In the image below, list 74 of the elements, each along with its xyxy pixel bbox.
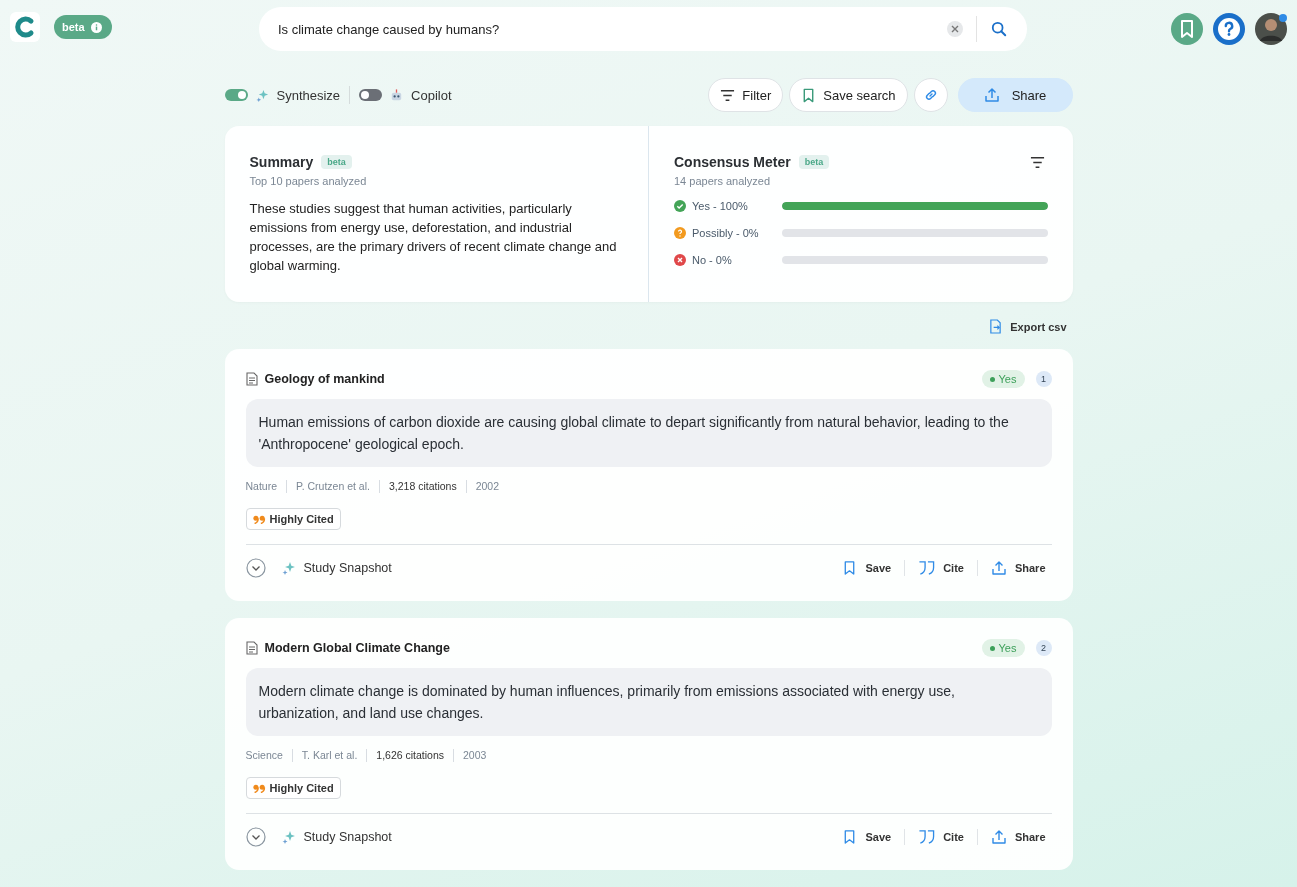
verdict-badge: Yes [981,370,1025,388]
search-icon[interactable] [991,21,1007,37]
citation-count: 1,626 citations [376,749,445,761]
save-search-button[interactable]: Save search [789,78,908,112]
share-icon [990,829,1007,845]
search-field[interactable]: Is climate change caused by humans? [276,20,947,38]
question-icon [674,226,686,239]
paper-title[interactable]: Geology of mankind [264,372,385,386]
filter-icon [720,87,736,103]
search-bar[interactable]: Is climate change caused by humans? [259,7,1027,51]
toggle-label: Synthesize [276,87,341,103]
highly-cited-badge: Highly Cited [245,777,341,799]
copy-link-button[interactable] [913,78,948,112]
card-subtitle: 14 papers analyzed [674,175,771,187]
summary-text: These studies suggest that human activities, particularly emissions from energy use, deforestation, and industrial processes, are the primary drivers of recent climate change and global warming. [249,200,618,275]
avatar-icon[interactable] [1255,12,1289,46]
file-export-icon [989,319,1003,334]
info-icon [90,21,102,33]
share-button[interactable]: Share [984,829,1052,845]
help-icon[interactable] [1213,13,1245,45]
share-button[interactable]: Share [984,560,1052,576]
toggle-label: Copilot [411,87,452,103]
logo-icon[interactable] [10,12,40,42]
cite-button[interactable]: Cite [912,560,970,576]
export-csv-link[interactable]: Export csv [989,319,1067,334]
highly-cited-badge: Highly Cited [245,508,341,530]
toggle-switch[interactable] [359,89,383,101]
citation-count: 3,218 citations [388,480,457,492]
sparkle-icon [254,87,270,103]
share-button[interactable]: Share [957,78,1073,112]
authors: T. Karl et al. [301,749,358,761]
filter-button[interactable]: Filter [708,78,784,112]
save-button[interactable]: Save [836,829,898,845]
expand-icon[interactable] [245,558,266,578]
verdict-badge: Yes [981,639,1025,657]
filter-icon[interactable] [1029,154,1045,170]
journal-name: Science [245,749,283,761]
meter-label: Possibly - 0% [692,226,760,239]
cross-icon [674,253,686,266]
save-button[interactable]: Save [836,560,898,576]
meter-label: Yes - 100% [692,199,749,212]
publication-year: 2002 [475,480,500,492]
quote-icon [252,514,266,524]
authors: P. Crutzen et al. [296,480,370,492]
meter-label: No - 0% [692,253,733,266]
share-icon [990,560,1007,576]
clear-icon[interactable] [947,21,963,37]
quote-icon [918,560,936,576]
check-icon [674,199,686,212]
share-icon [983,87,1000,103]
beta-tag: beta [798,155,830,169]
study-snapshot-label[interactable]: Study Snapshot [303,561,392,575]
journal-name: Nature [245,480,277,492]
claim-text: Modern climate change is dominated by human influences, primarily from emissions associated with energy use, urbanization, and land use changes. [245,668,1052,736]
quote-icon [918,829,936,845]
study-snapshot-label[interactable]: Study Snapshot [303,830,392,844]
publication-year: 2003 [463,749,487,761]
card-title: Summary [249,154,314,170]
result-number: 1 [1035,371,1052,387]
claim-text: Human emissions of carbon dioxide are causing global climate to depart significantly from natural behavior, leading to the 'Anthropocene' geological epoch. [245,399,1052,467]
sparkle-icon [280,560,297,576]
document-icon [245,372,258,386]
paper-title[interactable]: Modern Global Climate Change [264,641,450,655]
card-subtitle: Top 10 papers analyzed [249,175,368,187]
bookmark-icon[interactable] [1171,13,1203,45]
result-number: 2 [1035,640,1052,656]
card-title: Consensus Meter [674,154,791,170]
sparkle-icon [280,829,297,845]
toggle-switch[interactable] [224,89,248,101]
cite-button[interactable]: Cite [912,829,970,845]
quote-icon [252,783,266,793]
beta-tag: beta [321,155,352,169]
expand-icon[interactable] [245,827,266,847]
document-icon [245,641,258,655]
